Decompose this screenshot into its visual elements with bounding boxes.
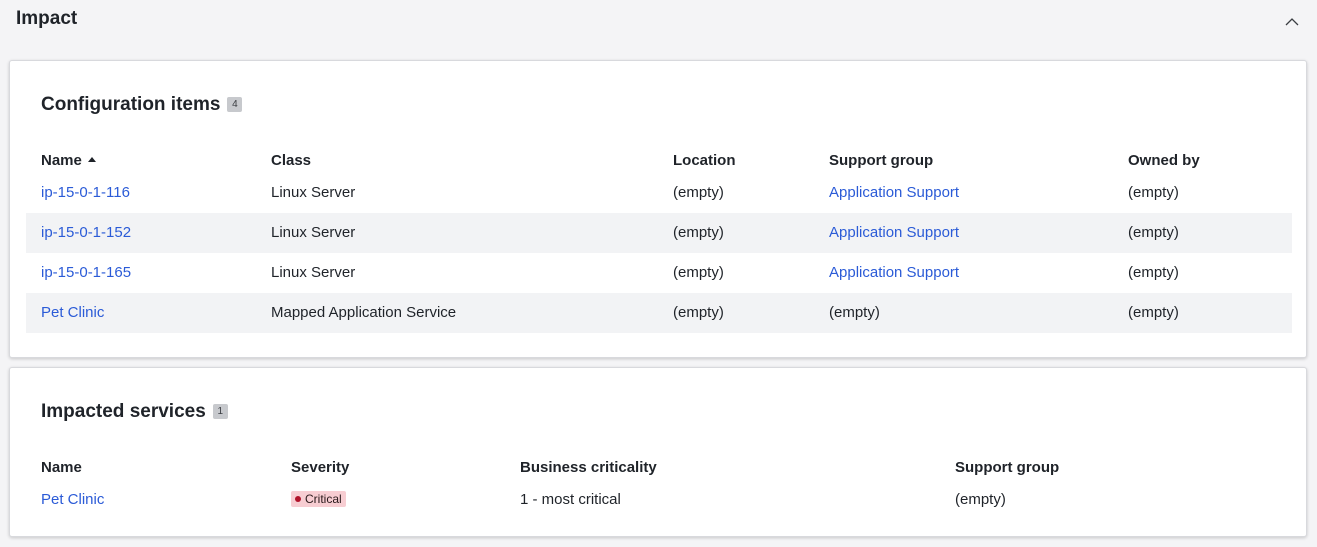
configuration-items-card: Configuration items 4 Name Class Location…	[9, 60, 1307, 358]
column-header-support-group[interactable]: Support group	[955, 459, 1059, 476]
severity-dot-icon	[295, 496, 301, 502]
column-header-owned-by[interactable]: Owned by	[1128, 152, 1200, 169]
ci-owned-by-cell: (empty)	[1128, 264, 1179, 281]
column-header-location[interactable]: Location	[673, 152, 736, 169]
ci-location-cell: (empty)	[673, 304, 724, 321]
table-row: ip-15-0-1-152 Linux Server (empty) Appli…	[26, 213, 1292, 253]
severity-label: Critical	[305, 492, 342, 506]
service-name-link[interactable]: Pet Clinic	[41, 491, 104, 508]
ci-name-link[interactable]: Pet Clinic	[41, 304, 104, 321]
column-header-name[interactable]: Name	[41, 459, 82, 476]
impacted-services-heading: Impacted services	[41, 401, 206, 422]
ci-owned-by-cell: (empty)	[1128, 224, 1179, 241]
impacted-services-card: Impacted services 1 Name Severity Busines…	[9, 367, 1307, 537]
column-header-business-criticality[interactable]: Business criticality	[520, 459, 657, 476]
ci-name-link[interactable]: ip-15-0-1-165	[41, 264, 131, 281]
sort-ascending-icon	[87, 157, 96, 162]
ci-location-cell: (empty)	[673, 224, 724, 241]
column-header-class[interactable]: Class	[271, 152, 311, 169]
table-row: Pet Clinic Mapped Application Service (e…	[26, 293, 1292, 333]
configuration-items-heading: Configuration items	[41, 94, 221, 115]
support-group-link[interactable]: Application Support	[829, 264, 959, 281]
ci-owned-by-cell: (empty)	[1128, 304, 1179, 321]
ci-name-link[interactable]: ip-15-0-1-116	[41, 184, 130, 201]
ci-support-group-cell: (empty)	[829, 304, 880, 321]
ci-owned-by-cell: (empty)	[1128, 184, 1179, 201]
column-header-name-label: Name	[41, 152, 82, 169]
impacted-services-title: Impacted services 1	[41, 401, 228, 423]
table-row: Pet Clinic Critical 1 - most critical (e…	[26, 480, 1292, 520]
severity-badge: Critical	[291, 491, 346, 507]
ci-name-link[interactable]: ip-15-0-1-152	[41, 224, 131, 241]
impacted-services-count-badge: 1	[212, 404, 228, 419]
chevron-up-icon	[1285, 18, 1299, 26]
table-row: ip-15-0-1-165 Linux Server (empty) Appli…	[26, 253, 1292, 293]
table-row: ip-15-0-1-116 Linux Server (empty) Appli…	[26, 173, 1292, 213]
ci-location-cell: (empty)	[673, 184, 724, 201]
ci-class-cell: Mapped Application Service	[271, 304, 457, 321]
impact-section-header: Impact	[0, 0, 1317, 44]
column-header-severity[interactable]: Severity	[291, 459, 349, 476]
business-criticality-cell: 1 - most critical	[520, 491, 621, 508]
section-title: Impact	[16, 8, 78, 29]
ci-class-cell: Linux Server	[271, 184, 356, 201]
support-group-link[interactable]: Application Support	[829, 184, 959, 201]
collapse-button[interactable]	[1281, 13, 1303, 31]
column-header-name[interactable]: Name	[41, 152, 96, 169]
support-group-link[interactable]: Application Support	[829, 224, 959, 241]
column-header-support-group[interactable]: Support group	[829, 152, 933, 169]
configuration-items-title: Configuration items 4	[41, 94, 243, 116]
ci-class-cell: Linux Server	[271, 264, 356, 281]
ci-class-cell: Linux Server	[271, 224, 356, 241]
configuration-items-count-badge: 4	[227, 97, 243, 112]
service-support-group-cell: (empty)	[955, 491, 1006, 508]
ci-location-cell: (empty)	[673, 264, 724, 281]
